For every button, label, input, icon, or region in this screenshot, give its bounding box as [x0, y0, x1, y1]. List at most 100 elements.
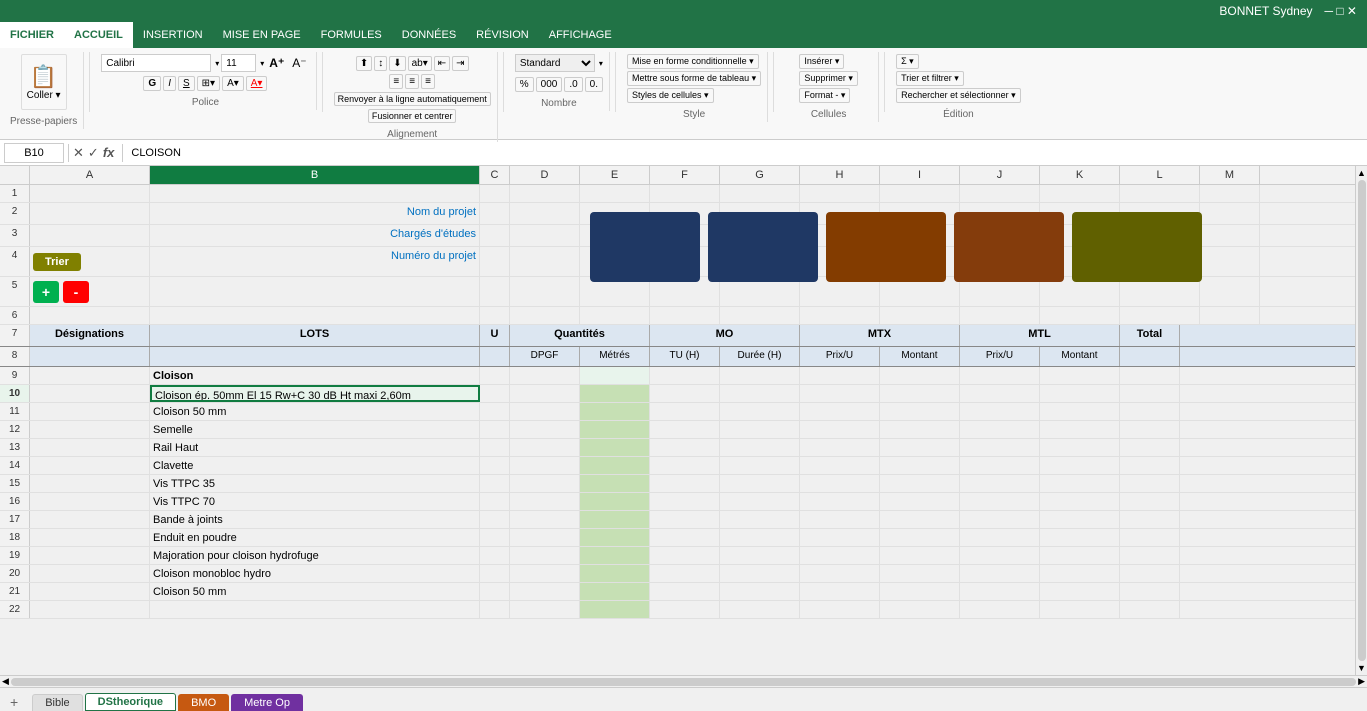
cell-c3[interactable]: [480, 225, 510, 246]
scroll-left-button[interactable]: ◀: [2, 676, 9, 687]
cell-e11[interactable]: [580, 403, 650, 420]
menu-formules[interactable]: FORMULES: [311, 22, 392, 48]
align-top-button[interactable]: ⬆: [356, 56, 372, 71]
cell-f8[interactable]: TU (H): [650, 347, 720, 366]
cell-e10[interactable]: [580, 385, 650, 402]
cell-g9[interactable]: [720, 367, 800, 384]
cell-l9[interactable]: [1120, 367, 1180, 384]
cell-a1[interactable]: [30, 185, 150, 202]
col-header-d[interactable]: D: [510, 166, 580, 184]
cell-b19[interactable]: Majoration pour cloison hydrofuge: [150, 547, 480, 564]
coller-button[interactable]: 📋 Coller ▾: [21, 54, 67, 110]
font-size-dropdown[interactable]: ▾: [260, 59, 264, 68]
col-header-l[interactable]: L: [1120, 166, 1200, 184]
extraire-bmo-button[interactable]: [954, 212, 1064, 282]
menu-revision[interactable]: RÉVISION: [466, 22, 539, 48]
cell-d10[interactable]: [510, 385, 580, 402]
cell-b11[interactable]: Cloison 50 mm: [150, 403, 480, 420]
cell-h7[interactable]: MTX: [800, 325, 960, 346]
cell-g8[interactable]: Durée (H): [720, 347, 800, 366]
format-button[interactable]: Format - ▾: [799, 88, 850, 103]
cell-i11[interactable]: [880, 403, 960, 420]
plus-button[interactable]: +: [33, 281, 59, 303]
cell-b4[interactable]: Numéro du projet: [150, 247, 480, 276]
cell-b2[interactable]: Nom du projet: [150, 203, 480, 224]
cell-j7[interactable]: MTL: [960, 325, 1120, 346]
wrap-text-button[interactable]: Renvoyer à la ligne automatiquement: [334, 92, 491, 106]
align-right-button[interactable]: ≡: [421, 74, 435, 89]
cell-i9[interactable]: [880, 367, 960, 384]
sheet-tab-dstheorique[interactable]: DStheorique: [85, 693, 176, 711]
col-header-m[interactable]: M: [1200, 166, 1260, 184]
cell-j10[interactable]: [960, 385, 1040, 402]
cell-c10[interactable]: [480, 385, 510, 402]
cancel-formula-icon[interactable]: ✕: [73, 145, 84, 161]
menu-mise-en-page[interactable]: MISE EN PAGE: [213, 22, 311, 48]
cell-b3[interactable]: Chargés d'études: [150, 225, 480, 246]
col-header-h[interactable]: H: [800, 166, 880, 184]
underline-button[interactable]: S: [178, 76, 195, 91]
trier-button[interactable]: Trier: [33, 253, 81, 271]
cell-f9[interactable]: [650, 367, 720, 384]
cell-d2[interactable]: [510, 203, 580, 224]
text-direction-button[interactable]: ab▾: [408, 56, 432, 71]
cell-b8[interactable]: [150, 347, 480, 366]
fill-color-button[interactable]: A▾: [222, 76, 244, 91]
cell-g6[interactable]: [720, 307, 800, 324]
font-size-input[interactable]: [221, 54, 256, 72]
cell-l10[interactable]: [1120, 385, 1180, 402]
col-header-j[interactable]: J: [960, 166, 1040, 184]
cell-l1[interactable]: [1120, 185, 1200, 202]
cell-a6[interactable]: [30, 307, 150, 324]
cell-b6[interactable]: [150, 307, 480, 324]
add-sheet-button[interactable]: +: [4, 693, 24, 711]
font-family-input[interactable]: [101, 54, 211, 72]
sum-button[interactable]: Σ ▾: [896, 54, 919, 69]
cell-h10[interactable]: [800, 385, 880, 402]
cell-d9[interactable]: [510, 367, 580, 384]
cell-m3[interactable]: [1200, 225, 1260, 246]
cell-k11[interactable]: [1040, 403, 1120, 420]
menu-donnees[interactable]: DONNÉES: [392, 22, 466, 48]
menu-affichage[interactable]: AFFICHAGE: [539, 22, 622, 48]
italic-button[interactable]: I: [163, 76, 176, 91]
cell-c11[interactable]: [480, 403, 510, 420]
cell-j1[interactable]: [960, 185, 1040, 202]
minus-button[interactable]: -: [63, 281, 89, 303]
font-shrink-button[interactable]: A⁻: [289, 55, 309, 71]
col-header-i[interactable]: I: [880, 166, 960, 184]
scroll-thumb[interactable]: [1358, 180, 1366, 661]
scroll-right-button[interactable]: ▶: [1358, 676, 1365, 687]
cell-b7[interactable]: LOTS: [150, 325, 480, 346]
cell-a9[interactable]: [30, 367, 150, 384]
cell-d11[interactable]: [510, 403, 580, 420]
decrease-decimal-button[interactable]: 0.: [585, 77, 603, 92]
cell-l6[interactable]: [1120, 307, 1200, 324]
menu-fichier[interactable]: FICHIER: [0, 22, 64, 48]
cell-d5[interactable]: [510, 277, 580, 306]
cell-k9[interactable]: [1040, 367, 1120, 384]
sort-filter-button[interactable]: Trier et filtrer ▾: [896, 71, 964, 86]
find-select-button[interactable]: Rechercher et sélectionner ▾: [896, 88, 1021, 103]
cell-j9[interactable]: [960, 367, 1040, 384]
cell-b18[interactable]: Enduit en poudre: [150, 529, 480, 546]
number-format-dropdown[interactable]: ▾: [599, 59, 603, 68]
cell-b12[interactable]: Semelle: [150, 421, 480, 438]
col-header-e[interactable]: E: [580, 166, 650, 184]
col-header-c[interactable]: C: [480, 166, 510, 184]
cell-k8[interactable]: Montant: [1040, 347, 1120, 366]
cell-c8[interactable]: [480, 347, 510, 366]
cell-i8[interactable]: Montant: [880, 347, 960, 366]
cell-f1[interactable]: [650, 185, 720, 202]
cell-i6[interactable]: [880, 307, 960, 324]
cell-e8[interactable]: Métrés: [580, 347, 650, 366]
scroll-down-button[interactable]: ▼: [1357, 663, 1366, 673]
cell-m2[interactable]: [1200, 203, 1260, 224]
cell-b5[interactable]: [150, 277, 480, 306]
border-button[interactable]: ⊞▾: [197, 76, 220, 91]
cell-a8[interactable]: [30, 347, 150, 366]
indent-decrease-button[interactable]: ⇤: [434, 56, 450, 71]
cell-h1[interactable]: [800, 185, 880, 202]
bold-button[interactable]: G: [143, 76, 161, 91]
cell-a11[interactable]: [30, 403, 150, 420]
